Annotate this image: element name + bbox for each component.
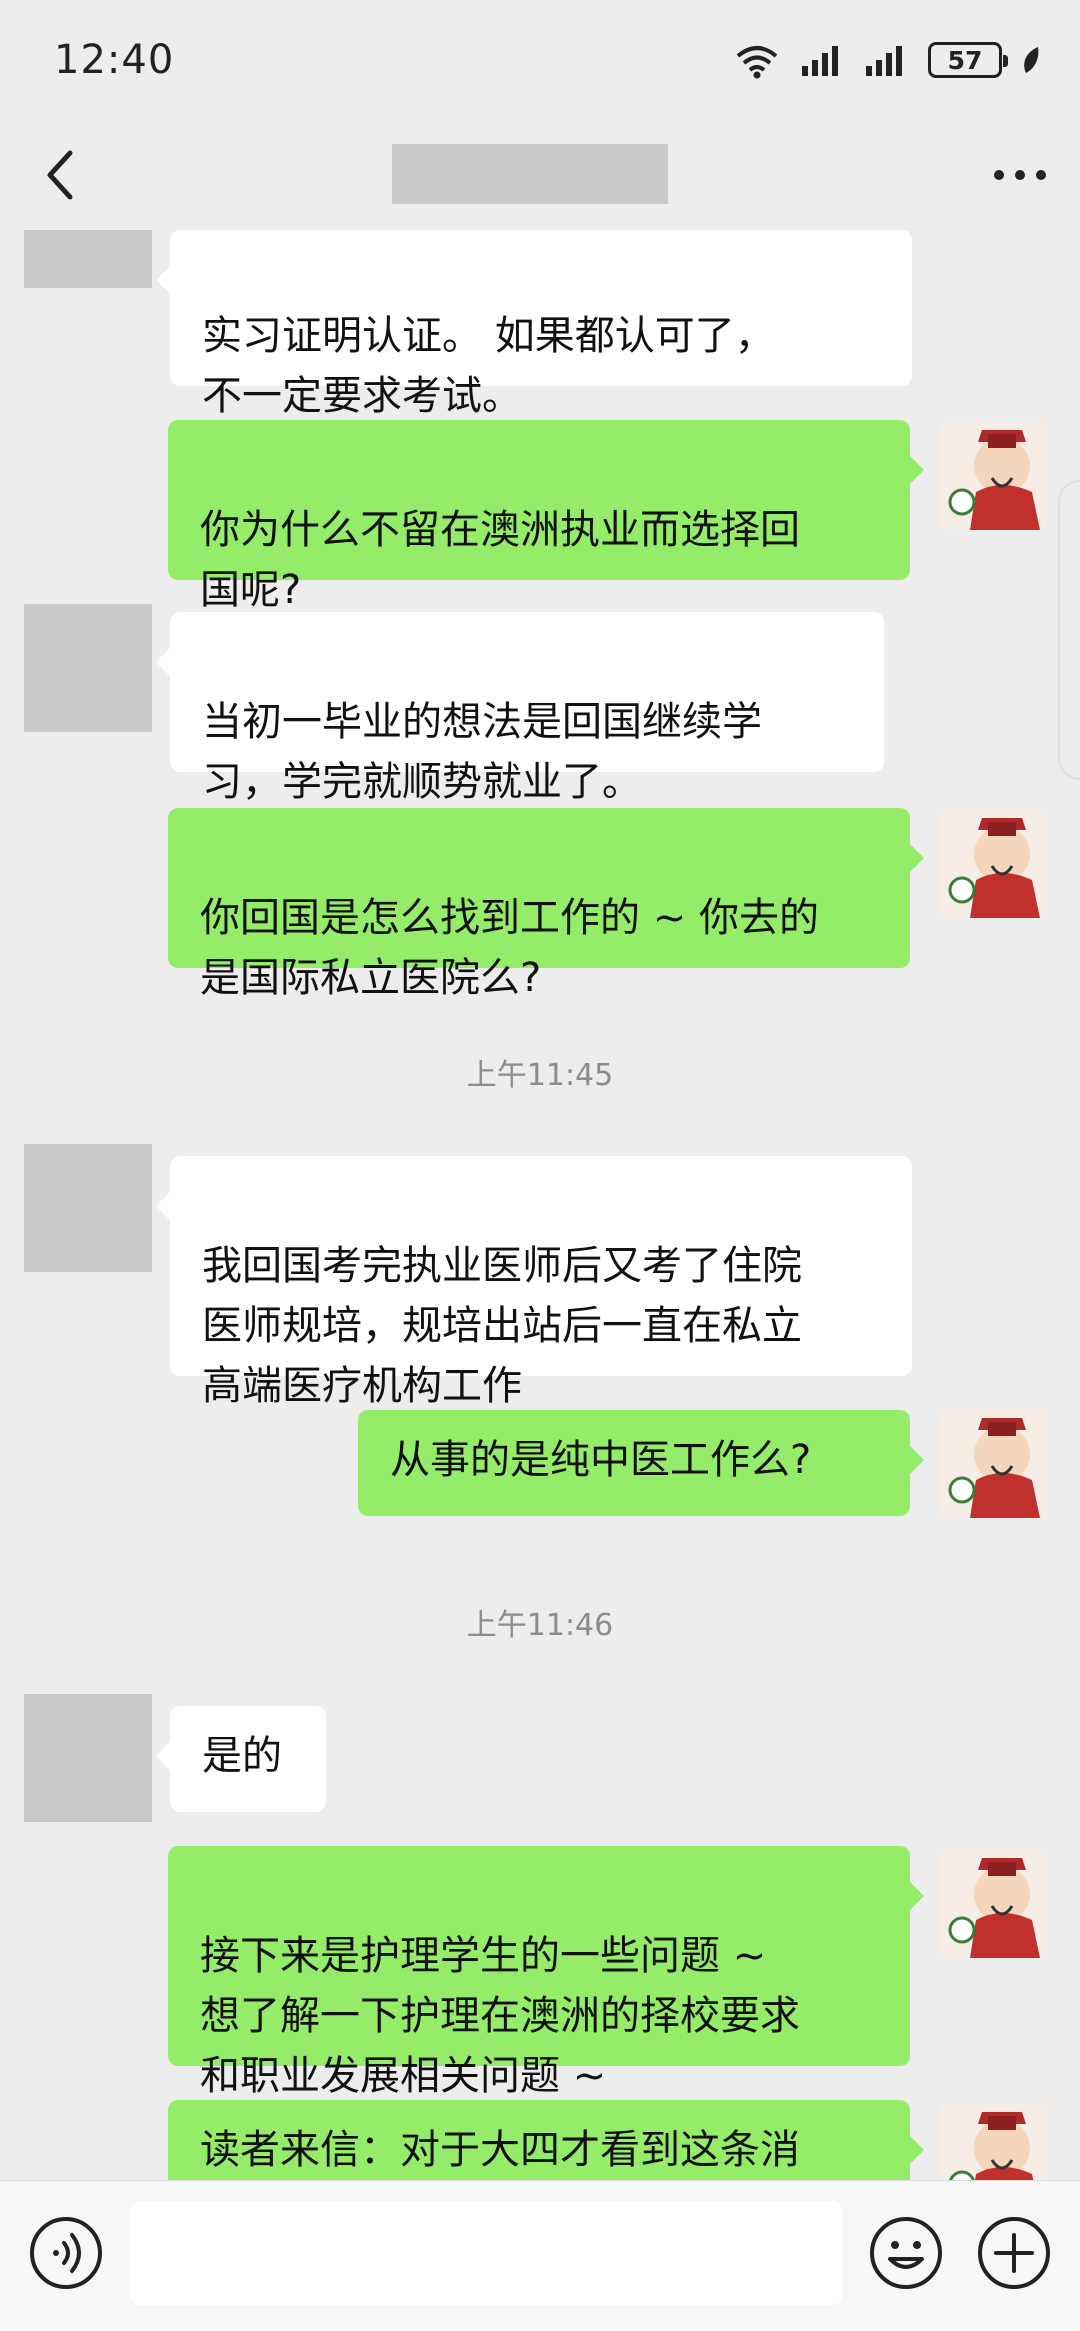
status-icons: 57 <box>732 40 1042 80</box>
message-timestamp: 上午11:45 <box>466 1058 614 1093</box>
message-text: 你回国是怎么找到工作的 ~ 你去的 是国际私立医院么? <box>200 895 819 1001</box>
message-text: 我回国考完执业医师后又考了住院 医师规培，规培出站后一直在私立 高端医疗机构工作 <box>202 1243 802 1409</box>
back-button[interactable] <box>30 145 90 205</box>
message-bubble-sent[interactable]: 你为什么不留在澳洲执业而选择回 国呢? <box>168 420 924 613</box>
chat-header <box>0 120 1080 230</box>
message-text: 实习证明认证。 如果都认可了， 不一定要求考试。 <box>202 313 775 419</box>
message-bubble-received[interactable]: 我回国考完执业医师后又考了住院 医师规培，规培出站后一直在私立 高端医疗机构工作 <box>156 1156 912 1409</box>
message-text: 当初一毕业的想法是回国继续学 习，学完就顺势就业了。 <box>202 699 762 805</box>
my-avatar[interactable] <box>940 1850 1048 1958</box>
message-text: 接下来是护理学生的一些问题 ~ 想了解一下护理在澳洲的择校要求 和职业发展相关问… <box>200 1933 800 2099</box>
plus-icon <box>978 2217 1050 2289</box>
message-text: 从事的是纯中医工作么? <box>390 1437 812 1483</box>
message-text: 是的 <box>202 1733 282 1779</box>
chevron-left-icon <box>47 150 73 200</box>
message-bubble-sent[interactable]: 从事的是纯中医工作么? <box>358 1410 924 1516</box>
battery-level: 57 <box>947 45 983 75</box>
message-bubble-sent[interactable]: 接下来是护理学生的一些问题 ~ 想了解一下护理在澳洲的择校要求 和职业发展相关问… <box>168 1846 924 2099</box>
message-text: 你为什么不留在澳洲执业而选择回 国呢? <box>200 507 800 613</box>
cartoon-official-avatar-icon <box>948 1858 1040 1958</box>
emoji-icon <box>870 2217 942 2289</box>
status-bar: 12:40 57 <box>0 0 1080 120</box>
my-avatar[interactable] <box>940 422 1048 530</box>
message-timestamp: 上午11:46 <box>466 1608 614 1643</box>
contact-avatar[interactable] <box>24 604 152 732</box>
contact-avatar[interactable] <box>24 1694 152 1822</box>
cartoon-official-avatar-icon <box>949 2112 1034 2180</box>
message-bubble-received[interactable]: 当初一毕业的想法是回国继续学 习，学完就顺势就业了。 <box>156 612 884 805</box>
my-avatar[interactable] <box>940 810 1048 918</box>
battery-indicator: 57 <box>928 42 1008 78</box>
more-dots-icon <box>994 170 1046 180</box>
message-bubble-sent[interactable]: 读者来信：对于大四才看到这条消 <box>168 2100 924 2180</box>
wifi-icon <box>736 46 778 79</box>
voice-button[interactable] <box>28 2215 104 2291</box>
my-avatar[interactable] <box>940 1410 1048 1518</box>
side-panel-edge <box>1058 480 1080 780</box>
chat-message-list[interactable]: 实习证明认证。 如果都认可了， 不一定要求考试。 你为什么不留在澳洲执业而选择回… <box>0 230 1080 2180</box>
contact-avatar[interactable] <box>24 230 152 288</box>
message-bubble-received[interactable]: 是的 <box>156 1706 326 1812</box>
leaf-icon <box>1024 47 1039 73</box>
more-button[interactable] <box>990 145 1050 205</box>
voice-icon <box>30 2217 102 2289</box>
more-functions-button[interactable] <box>976 2215 1052 2291</box>
signal-icon <box>802 46 838 76</box>
message-text: 读者来信：对于大四才看到这条消 <box>200 2127 800 2173</box>
contact-avatar[interactable] <box>24 1144 152 1272</box>
emoji-button[interactable] <box>868 2215 944 2291</box>
message-input[interactable] <box>130 2201 842 2305</box>
cartoon-official-avatar-icon <box>948 430 1040 530</box>
message-bubble-received[interactable]: 实习证明认证。 如果都认可了， 不一定要求考试。 <box>156 230 912 419</box>
message-bubble-sent[interactable]: 你回国是怎么找到工作的 ~ 你去的 是国际私立医院么? <box>168 808 924 1001</box>
status-time: 12:40 <box>54 37 175 83</box>
input-toolbar <box>0 2180 1080 2331</box>
my-avatar[interactable] <box>940 2104 1048 2180</box>
cartoon-official-avatar-icon <box>948 818 1040 918</box>
chat-title-redacted <box>392 144 668 204</box>
cartoon-official-avatar-icon <box>948 1418 1040 1518</box>
signal-icon <box>866 46 902 76</box>
